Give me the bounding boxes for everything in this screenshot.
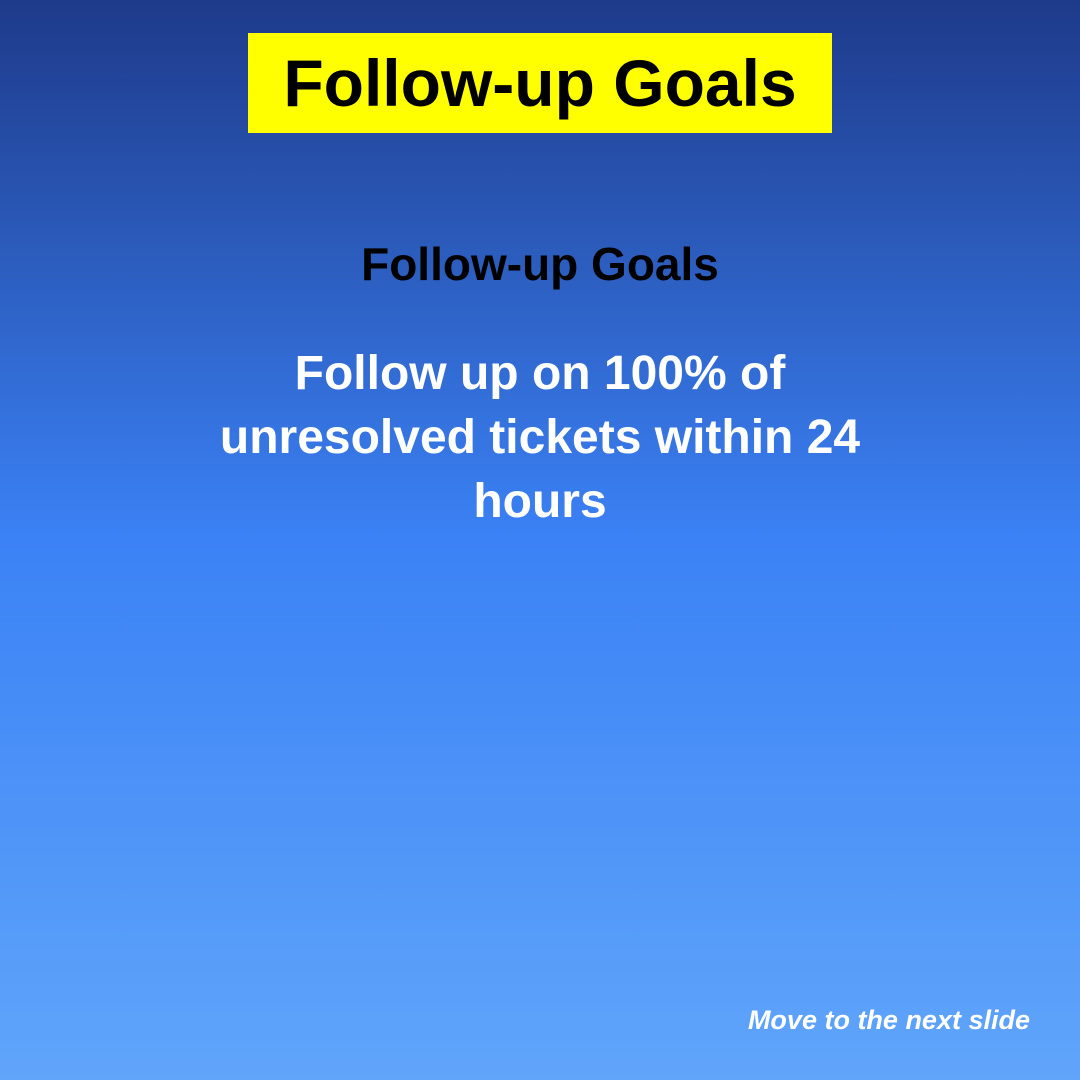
next-slide-link[interactable]: Move to the next slide bbox=[748, 1004, 1030, 1036]
section-heading: Follow-up Goals bbox=[361, 238, 719, 290]
slide-title: Follow-up Goals bbox=[283, 46, 797, 120]
title-banner: Follow-up Goals bbox=[248, 33, 832, 133]
slide: Follow-up Goals Follow-up Goals Follow u… bbox=[0, 0, 1080, 1080]
goal-statement: Follow up on 100% of unresolved tickets … bbox=[219, 347, 861, 528]
